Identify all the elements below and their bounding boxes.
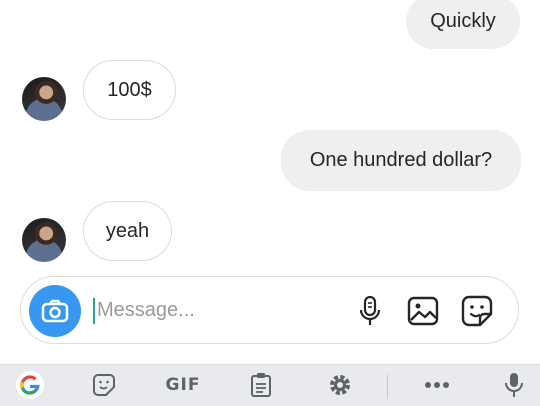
sticker-suggest-button[interactable]: [88, 369, 120, 401]
settings-button[interactable]: [324, 369, 356, 401]
more-button[interactable]: [420, 369, 454, 401]
outgoing-message[interactable]: Quickly: [406, 0, 520, 49]
clipboard-button[interactable]: [246, 369, 276, 401]
voice-button[interactable]: [352, 293, 388, 329]
gif-button[interactable]: GIF: [160, 369, 206, 401]
incoming-message[interactable]: yeah: [83, 201, 172, 261]
text-cursor: [93, 298, 95, 324]
sticker-icon: [93, 374, 115, 396]
sticker-icon: [461, 295, 493, 327]
mic-icon: [505, 373, 523, 397]
message-text: 100$: [107, 78, 152, 101]
message-composer[interactable]: Message...: [20, 276, 519, 344]
camera-icon: [41, 299, 69, 323]
outgoing-message[interactable]: One hundred dollar?: [281, 130, 521, 191]
google-button[interactable]: [10, 369, 50, 401]
avatar[interactable]: [22, 77, 66, 121]
avatar[interactable]: [22, 218, 66, 262]
clipboard-icon: [251, 373, 271, 397]
image-icon: [407, 296, 439, 326]
more-icon: [425, 382, 449, 388]
toolbar-divider: [387, 375, 388, 399]
incoming-message[interactable]: 100$: [83, 60, 176, 120]
sticker-button[interactable]: [459, 293, 495, 329]
gallery-button[interactable]: [405, 293, 441, 329]
settings-icon: [330, 375, 350, 395]
message-text: One hundred dollar?: [309, 149, 493, 171]
microphone-icon: [359, 295, 381, 325]
keyboard-toolbar: GIF: [0, 364, 540, 406]
google-icon: [16, 371, 44, 399]
message-text: yeah: [105, 219, 150, 242]
camera-button[interactable]: [29, 285, 81, 337]
message-input[interactable]: Message...: [97, 299, 195, 322]
message-text: Quickly: [430, 10, 496, 32]
voice-typing-button[interactable]: [499, 369, 529, 401]
